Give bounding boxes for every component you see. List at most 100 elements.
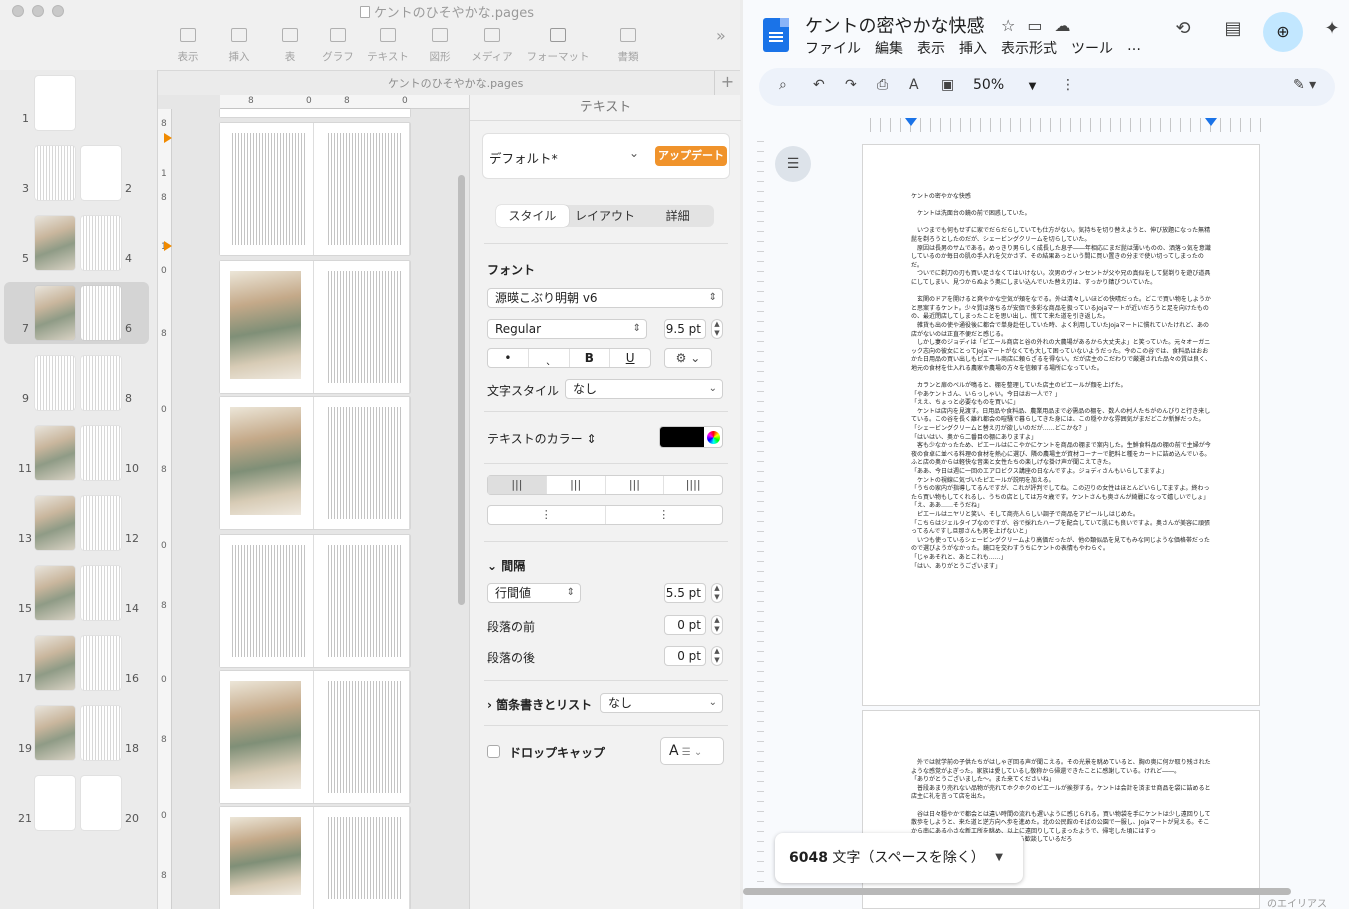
share-button[interactable]: ⊕ bbox=[1263, 12, 1303, 52]
thumbnail-row[interactable]: 13 12 bbox=[0, 492, 158, 554]
thumbnail-row[interactable]: 3 2 bbox=[0, 142, 158, 204]
page[interactable] bbox=[220, 261, 314, 393]
page[interactable] bbox=[220, 397, 314, 529]
bullet-button[interactable]: • bbox=[488, 349, 529, 367]
left-indent-marker[interactable] bbox=[905, 118, 917, 126]
text-color-well[interactable] bbox=[659, 426, 723, 448]
menu-edit[interactable]: 編集 bbox=[875, 38, 903, 58]
font-size-stepper[interactable]: ▲ ▼ bbox=[711, 319, 723, 339]
font-weight-select[interactable]: Regular ⇕ bbox=[487, 319, 647, 339]
document-title[interactable]: ケントの密やかな快感 bbox=[805, 12, 984, 38]
increase-indent-icon[interactable]: ⋮ bbox=[606, 506, 723, 524]
color-wheel-icon[interactable] bbox=[707, 431, 720, 444]
new-tab-button[interactable]: + bbox=[714, 71, 740, 95]
menu-insert[interactable]: 挿入 bbox=[959, 38, 987, 58]
document-tab[interactable]: ケントのひそやかな.pages bbox=[388, 75, 523, 91]
align-top-icon[interactable]: ||| bbox=[488, 476, 547, 494]
page[interactable] bbox=[316, 807, 410, 909]
tab-more[interactable]: 詳細 bbox=[641, 205, 714, 227]
page-thumbnail[interactable] bbox=[81, 566, 121, 620]
page-thumbnail[interactable] bbox=[35, 216, 75, 270]
docs-vertical-ruler[interactable] bbox=[757, 132, 764, 892]
print-icon[interactable]: ⎙ bbox=[877, 77, 888, 93]
menu-view[interactable]: 表示 bbox=[917, 38, 945, 58]
menu-format[interactable]: 表示形式 bbox=[1001, 38, 1057, 58]
close-window-button[interactable] bbox=[12, 5, 24, 17]
line-spacing-stepper[interactable]: ▲ ▼ bbox=[711, 583, 723, 603]
page-spread[interactable] bbox=[220, 397, 410, 529]
dropcap-checkbox[interactable] bbox=[487, 745, 500, 758]
page-body-text[interactable]: ケントの密やかな快感 ケントは洗面台の鏡の前で困惑していた。 いつまでも何もせず… bbox=[911, 193, 1211, 571]
bold-button[interactable]: B bbox=[570, 349, 611, 367]
font-family-select[interactable]: 源暎こぶり明朝 v6 ⇕ bbox=[487, 288, 723, 308]
gemini-sparkle-icon[interactable]: ✦ bbox=[1319, 16, 1345, 42]
tab-style[interactable]: スタイル bbox=[496, 205, 569, 227]
paint-format-icon[interactable]: ▣ bbox=[941, 77, 954, 93]
bullets-section-label[interactable]: › 箇条書きとリスト bbox=[487, 696, 592, 713]
underline-button[interactable]: U bbox=[610, 349, 650, 367]
toolbar-chart-button[interactable]: グラフ bbox=[310, 26, 366, 66]
justify-icon[interactable]: |||| bbox=[664, 476, 722, 494]
document-outline-button[interactable]: ☰ bbox=[775, 146, 811, 182]
more-options-icon[interactable]: ⋮ bbox=[1061, 77, 1075, 93]
page-thumbnail[interactable] bbox=[81, 776, 121, 830]
page-spread[interactable] bbox=[220, 123, 410, 255]
page-thumbnail[interactable] bbox=[35, 356, 75, 410]
thumbnail-row[interactable]: 1 bbox=[0, 72, 158, 134]
page-spread[interactable] bbox=[220, 261, 410, 393]
advanced-options-button[interactable]: ⚙ ⌄ bbox=[664, 348, 712, 368]
update-style-button[interactable]: アップデート bbox=[655, 146, 727, 166]
page[interactable] bbox=[220, 535, 314, 667]
toolbar-format-button[interactable]: フォーマット bbox=[524, 26, 592, 66]
line-spacing-mode-select[interactable]: 行間値 ⇕ bbox=[487, 583, 581, 603]
thumbnail-row-selected[interactable]: 7 6 bbox=[4, 282, 149, 344]
menu-more[interactable]: … bbox=[1127, 38, 1141, 58]
page[interactable] bbox=[316, 261, 410, 393]
page[interactable] bbox=[316, 671, 410, 803]
tab-layout[interactable]: レイアウト bbox=[569, 205, 642, 227]
docs-logo-icon[interactable] bbox=[763, 18, 789, 52]
toolbar-document-button[interactable]: 書類 bbox=[600, 26, 656, 66]
thumbnail-row[interactable]: 21 20 bbox=[0, 772, 158, 834]
page-thumbnail[interactable] bbox=[81, 286, 121, 340]
bullets-select[interactable]: なし ⌄ bbox=[600, 693, 723, 713]
page-thumbnail[interactable] bbox=[81, 426, 121, 480]
after-paragraph-field[interactable]: 0 pt bbox=[664, 646, 706, 666]
editing-mode-icon[interactable]: ✎ ▾ bbox=[1293, 77, 1316, 93]
page-thumbnail[interactable] bbox=[35, 146, 75, 200]
page-thumbnail[interactable] bbox=[81, 216, 121, 270]
toolbar-overflow-icon[interactable]: » bbox=[716, 26, 726, 45]
menu-tools[interactable]: ツール bbox=[1071, 38, 1113, 58]
redo-icon[interactable]: ↷ bbox=[845, 77, 857, 93]
page-thumbnails-sidebar[interactable]: 1 3 2 5 4 7 6 9 8 11 10 13 12 15 14 17 1… bbox=[0, 70, 158, 909]
menu-file[interactable]: ファイル bbox=[805, 38, 861, 58]
page[interactable] bbox=[220, 123, 314, 255]
move-folder-icon[interactable]: ▭ bbox=[1027, 16, 1042, 35]
thumbnail-row[interactable]: 15 14 bbox=[0, 562, 158, 624]
after-paragraph-stepper[interactable]: ▲ ▼ bbox=[711, 646, 723, 666]
document-canvas[interactable]: 8 0 8 0 8 1 8 1 0 8 0 8 0 8 0 8 0 8 bbox=[158, 95, 469, 909]
docs-ruler[interactable] bbox=[861, 118, 1261, 132]
search-icon[interactable]: ⌕ bbox=[779, 77, 787, 93]
spacing-section-label[interactable]: ⌄ 間隔 bbox=[487, 557, 525, 574]
caret-down-icon[interactable]: ▼ bbox=[995, 833, 1003, 883]
minimize-window-button[interactable] bbox=[32, 5, 44, 17]
page-thumbnail[interactable] bbox=[35, 636, 75, 690]
page[interactable] bbox=[316, 397, 410, 529]
cloud-status-icon[interactable]: ☁ bbox=[1054, 16, 1070, 35]
page-spread[interactable] bbox=[220, 109, 410, 117]
toolbar-media-button[interactable]: メディア bbox=[464, 26, 520, 66]
ruler-margin-marker[interactable] bbox=[164, 133, 172, 143]
thumbnail-row[interactable]: 17 16 bbox=[0, 632, 158, 694]
thumbnail-row[interactable]: 11 10 bbox=[0, 422, 158, 484]
dropcap-style-select[interactable]: A ☰ ⌄ bbox=[660, 737, 724, 765]
color-swatch[interactable] bbox=[660, 427, 704, 447]
page-thumbnail[interactable] bbox=[35, 496, 75, 550]
align-bottom-icon[interactable]: ||| bbox=[606, 476, 665, 494]
toolbar-insert-button[interactable]: 挿入 bbox=[211, 26, 267, 66]
undo-icon[interactable]: ↶ bbox=[813, 77, 825, 93]
thumbnail-row[interactable]: 9 8 bbox=[0, 352, 158, 414]
page-thumbnail[interactable] bbox=[35, 286, 75, 340]
ruler-margin-marker[interactable] bbox=[164, 241, 172, 251]
page-thumbnail[interactable] bbox=[81, 356, 121, 410]
